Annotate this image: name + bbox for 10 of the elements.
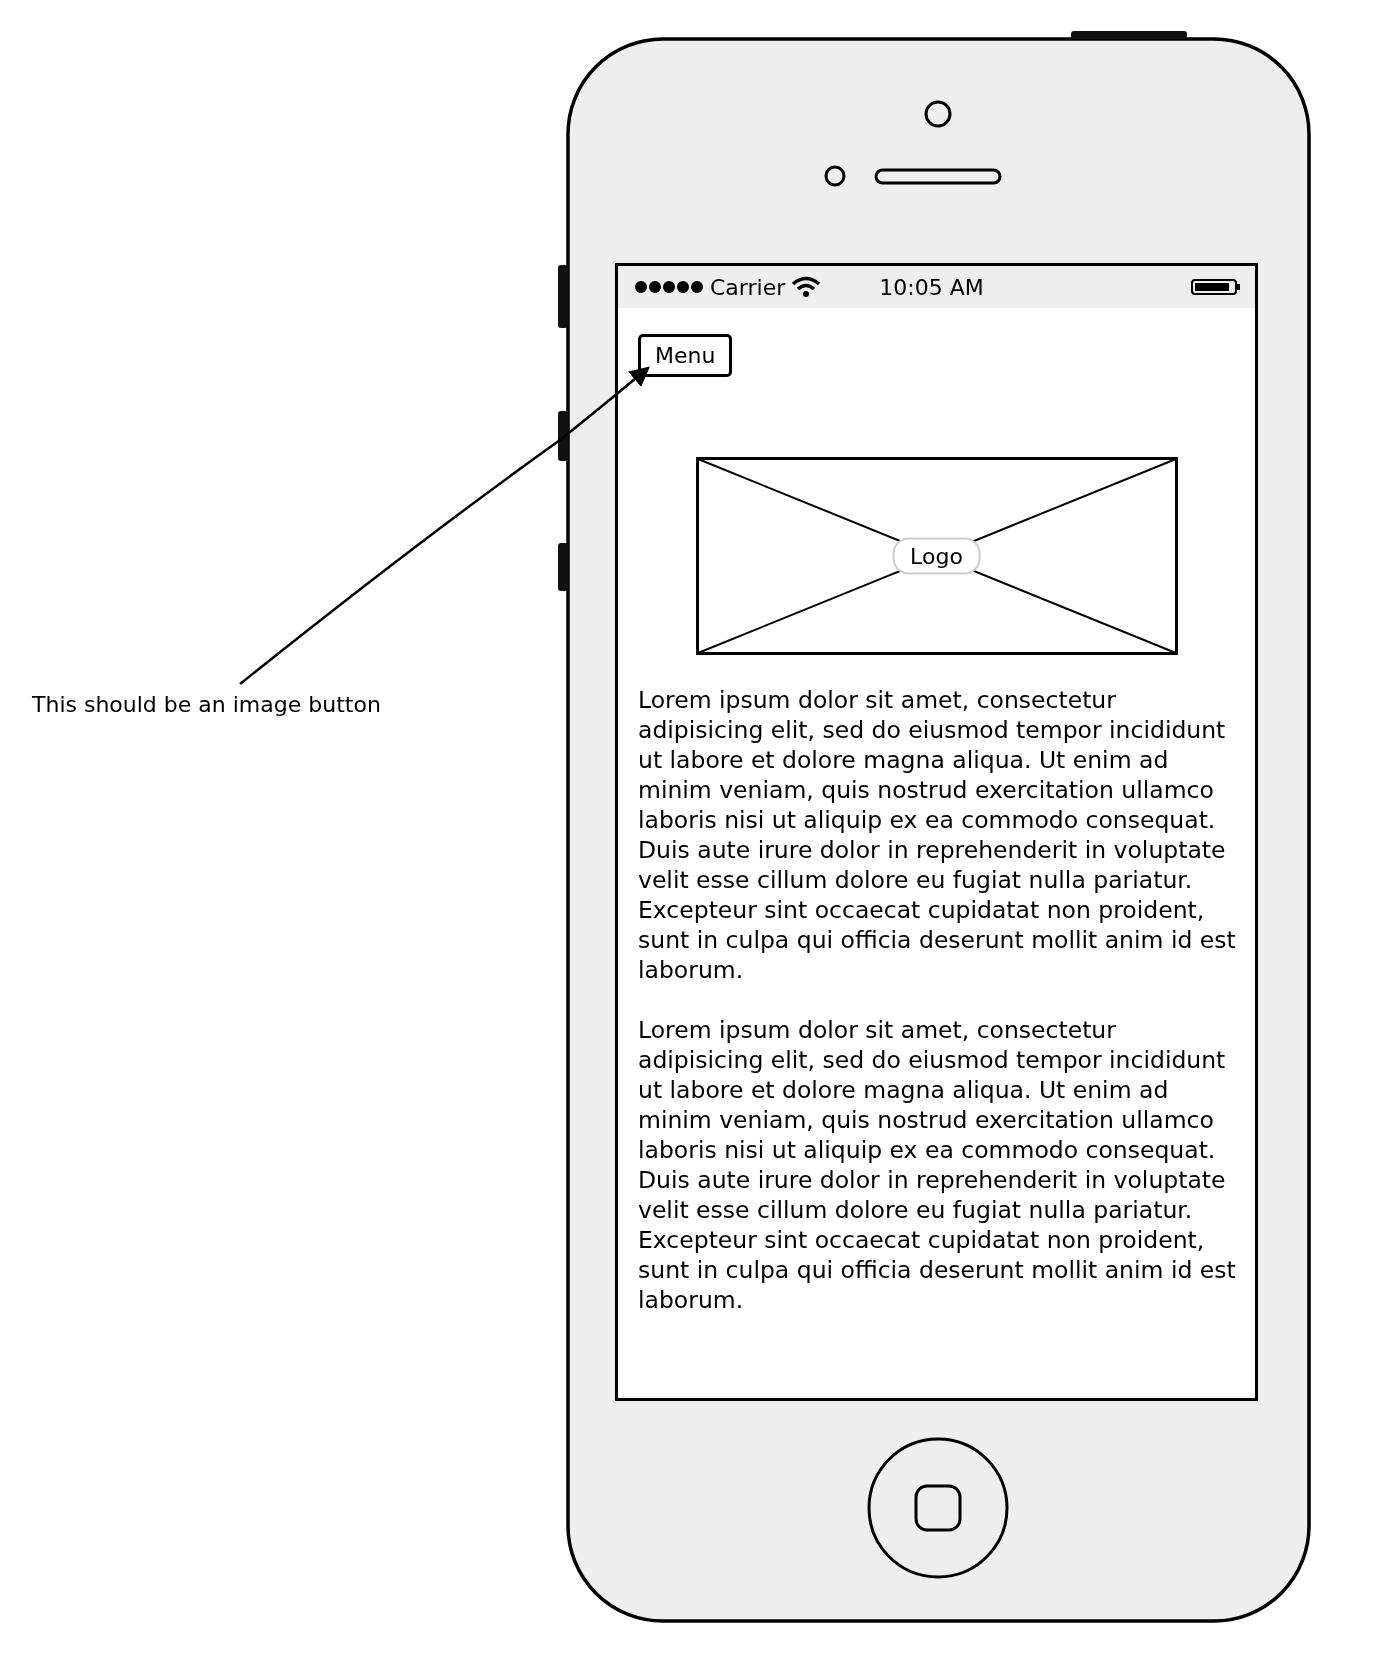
signal-icon [634, 280, 704, 294]
battery-icon [1191, 278, 1241, 296]
body-paragraph: Lorem ipsum dolor sit amet, consectetur adipisicing elit, sed do eiusmod tempor incididunt ut labore et dolore magna aliqua. Ut enim ad minim veniam, quis nostrud exercitation ullamco laboris nisi ut aliquip ex ea commodo consequat. Duis aute irure dolor in reprehenderit in voluptate velit esse cillum dolore eu fugiat nulla pariatur. Excepteur sint occaecat cupidatat non proident, sunt in culpa qui officia deserunt mollit anim id est laborum. [638, 1015, 1237, 1315]
wifi-icon [791, 276, 822, 298]
status-time: 10:05 AM [879, 274, 984, 300]
menu-button[interactable]: Menu [638, 334, 733, 377]
carrier-label: Carrier [710, 274, 786, 300]
body-paragraph: Lorem ipsum dolor sit amet, consectetur adipisicing elit, sed do eiusmod tempor incididunt ut labore et dolore magna aliqua. Ut enim ad minim veniam, quis nostrud exercitation ullamco laboris nisi ut aliquip ex ea commodo consequat. Duis aute irure dolor in reprehenderit in voluptate velit esse cillum dolore eu fugiat nulla pariatur. Excepteur sint occaecat cupidatat non proident, sunt in culpa qui officia deserunt mollit anim id est laborum. [638, 685, 1237, 985]
logo-label: Logo [892, 537, 981, 575]
annotation-text: This should be an image button [32, 692, 381, 717]
